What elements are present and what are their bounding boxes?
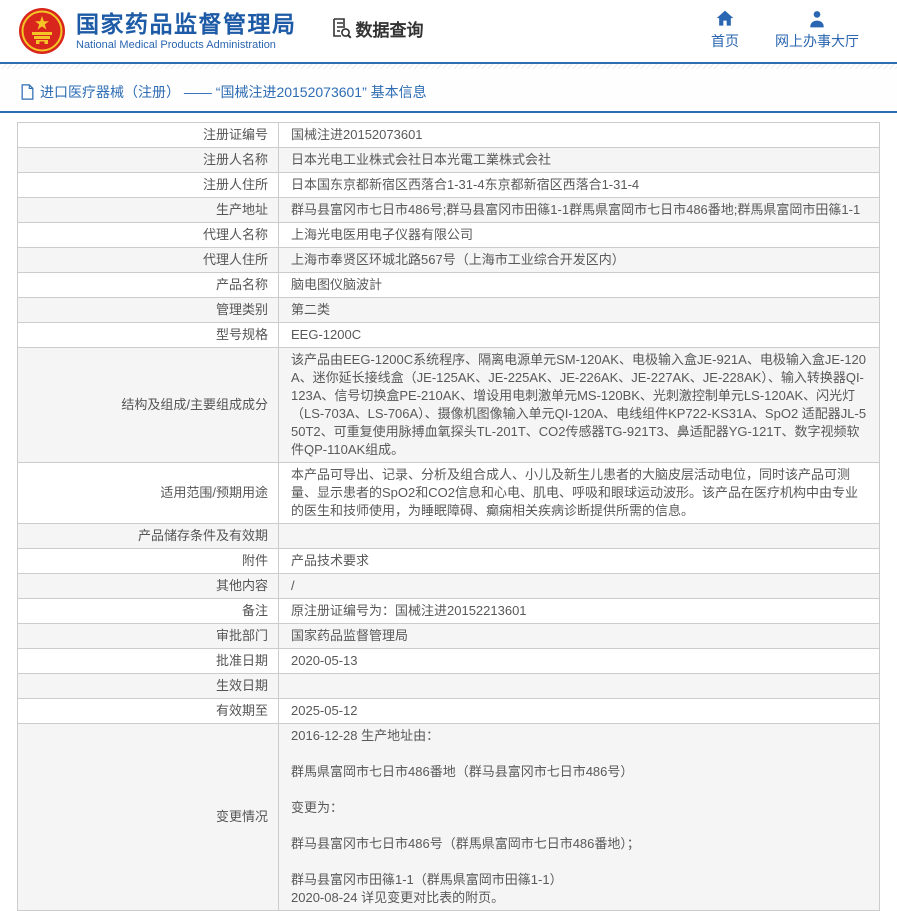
table-row: 型号规格EEG-1200C	[18, 323, 880, 348]
field-label: 变更情况	[18, 724, 279, 911]
user-icon	[807, 9, 827, 29]
field-label: 审批部门	[18, 624, 279, 649]
field-label: 批准日期	[18, 649, 279, 674]
field-value: 该产品由EEG-1200C系统程序、隔离电源单元SM-120AK、电极输入盒JE…	[279, 348, 880, 463]
field-label: 注册人住所	[18, 173, 279, 198]
field-label: 产品名称	[18, 273, 279, 298]
nmpa-emblem-logo	[18, 7, 66, 55]
field-value: /	[279, 574, 880, 599]
table-row: 生效日期	[18, 674, 880, 699]
org-name-zh: 国家药品监督管理局	[76, 11, 297, 37]
field-label: 代理人名称	[18, 223, 279, 248]
field-value: 国械注进20152073601	[279, 123, 880, 148]
table-row: 有效期至2025-05-12	[18, 699, 880, 724]
table-row: 注册人名称日本光电工业株式会社日本光電工業株式会社	[18, 148, 880, 173]
breadcrumb-text: 进口医疗器械（注册） —— “国械注进20152073601” 基本信息	[40, 82, 427, 102]
nav-home[interactable]: 首页	[711, 9, 739, 51]
table-row: 代理人住所上海市奉贤区环城北路567号（上海市工业综合开发区内）	[18, 248, 880, 273]
field-label: 适用范围/预期用途	[18, 463, 279, 524]
field-value: 2020-05-13	[279, 649, 880, 674]
field-value: 2016-12-28 生产地址由： 群馬県富岡市七日市486番地（群马县富冈市七…	[279, 724, 880, 911]
table-row: 代理人名称上海光电医用电子仪器有限公司	[18, 223, 880, 248]
field-value: 日本光电工业株式会社日本光電工業株式会社	[279, 148, 880, 173]
field-value: 产品技术要求	[279, 549, 880, 574]
field-label: 结构及组成/主要组成成分	[18, 348, 279, 463]
field-label: 备注	[18, 599, 279, 624]
table-row: 生产地址群马县富冈市七日市486号;群马县富冈市田篠1-1群馬県富岡市七日市48…	[18, 198, 880, 223]
field-label: 注册人名称	[18, 148, 279, 173]
field-value: 原注册证编号为：国械注进20152213601	[279, 599, 880, 624]
field-value: 群马县富冈市七日市486号;群马县富冈市田篠1-1群馬県富岡市七日市486番地;…	[279, 198, 880, 223]
field-label: 其他内容	[18, 574, 279, 599]
header-nav: 首页 网上办事大厅	[711, 9, 897, 51]
field-label: 注册证编号	[18, 123, 279, 148]
field-value	[279, 674, 880, 699]
field-value: 上海光电医用电子仪器有限公司	[279, 223, 880, 248]
org-title-block: 国家药品监督管理局 National Medical Products Admi…	[76, 11, 297, 51]
field-label: 附件	[18, 549, 279, 574]
field-value: 本产品可导出、记录、分析及组合成人、小儿及新生儿患者的大脑皮层活动电位，同时该产…	[279, 463, 880, 524]
site-header: 国家药品监督管理局 National Medical Products Admi…	[0, 0, 897, 62]
table-row: 变更情况2016-12-28 生产地址由： 群馬県富岡市七日市486番地（群马县…	[18, 724, 880, 911]
table-row: 产品储存条件及有效期	[18, 524, 880, 549]
table-row: 适用范围/预期用途本产品可导出、记录、分析及组合成人、小儿及新生儿患者的大脑皮层…	[18, 463, 880, 524]
table-row: 管理类别第二类	[18, 298, 880, 323]
table-row: 其他内容/	[18, 574, 880, 599]
field-label: 生效日期	[18, 674, 279, 699]
table-row: 注册人住所日本国东京都新宿区西落合1-31-4东京都新宿区西落合1-31-4	[18, 173, 880, 198]
field-value	[279, 524, 880, 549]
breadcrumb: 进口医疗器械（注册） —— “国械注进20152073601” 基本信息	[0, 69, 897, 113]
field-value: 2025-05-12	[279, 699, 880, 724]
field-label: 代理人住所	[18, 248, 279, 273]
data-query-icon	[329, 16, 353, 40]
field-value: 国家药品监督管理局	[279, 624, 880, 649]
field-label: 生产地址	[18, 198, 279, 223]
field-value: 日本国东京都新宿区西落合1-31-4东京都新宿区西落合1-31-4	[279, 173, 880, 198]
data-query-tab[interactable]: 数据查询	[329, 16, 424, 41]
table-row: 注册证编号国械注进20152073601	[18, 123, 880, 148]
table-row: 结构及组成/主要组成成分该产品由EEG-1200C系统程序、隔离电源单元SM-1…	[18, 348, 880, 463]
field-label: 管理类别	[18, 298, 279, 323]
field-label: 型号规格	[18, 323, 279, 348]
document-icon	[20, 84, 35, 100]
table-row: 附件产品技术要求	[18, 549, 880, 574]
field-value: EEG-1200C	[279, 323, 880, 348]
home-icon	[715, 9, 735, 29]
field-value: 第二类	[279, 298, 880, 323]
table-row: 审批部门国家药品监督管理局	[18, 624, 880, 649]
table-row: 备注原注册证编号为：国械注进20152213601	[18, 599, 880, 624]
org-name-en: National Medical Products Administration	[76, 39, 297, 51]
data-query-label: 数据查询	[356, 16, 424, 41]
nav-online-hall[interactable]: 网上办事大厅	[775, 9, 859, 51]
field-label: 有效期至	[18, 699, 279, 724]
registration-table-body: 注册证编号国械注进20152073601注册人名称日本光电工业株式会社日本光電工…	[18, 123, 880, 911]
table-row: 产品名称脑电图仪脑波計	[18, 273, 880, 298]
field-value: 脑电图仪脑波計	[279, 273, 880, 298]
field-value: 上海市奉贤区环城北路567号（上海市工业综合开发区内）	[279, 248, 880, 273]
field-label: 产品储存条件及有效期	[18, 524, 279, 549]
nav-online-hall-label: 网上办事大厅	[775, 31, 859, 51]
table-row: 批准日期2020-05-13	[18, 649, 880, 674]
registration-table: 注册证编号国械注进20152073601注册人名称日本光电工业株式会社日本光電工…	[17, 122, 880, 911]
nav-home-label: 首页	[711, 31, 739, 51]
